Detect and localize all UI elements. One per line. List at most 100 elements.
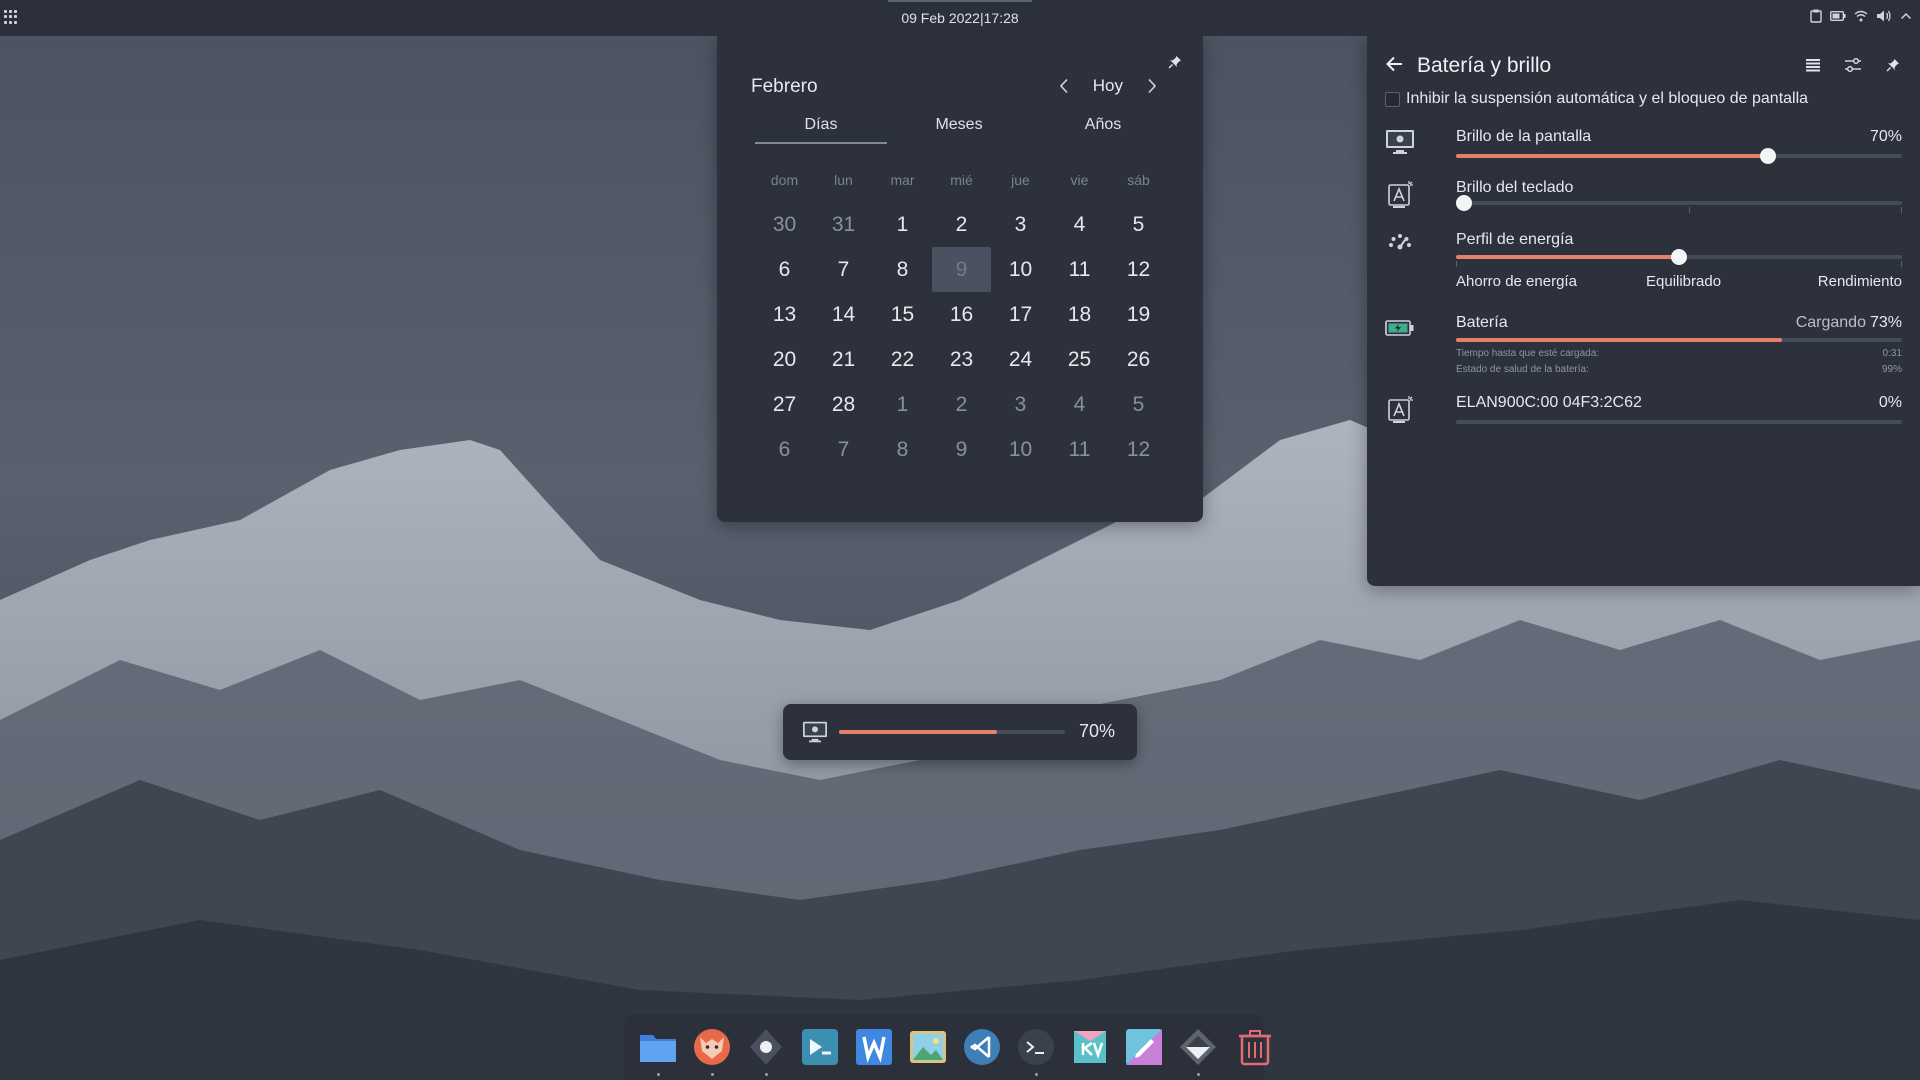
inhibit-label: Inhibir la suspensión automática y el bl… <box>1406 90 1809 107</box>
calendar-day[interactable]: 10 <box>991 247 1050 292</box>
calendar-day[interactable]: 18 <box>1050 292 1109 337</box>
screen-brightness-slider[interactable] <box>1456 148 1902 164</box>
option-performance[interactable]: Rendimiento <box>1818 273 1902 290</box>
tab-years[interactable]: Años <box>1031 116 1175 144</box>
chevron-up-icon[interactable] <box>1900 11 1912 21</box>
discover-icon[interactable] <box>800 1027 840 1067</box>
vscode-icon[interactable] <box>962 1027 1002 1067</box>
slider-handle[interactable] <box>1456 195 1472 211</box>
calendar-day[interactable]: 6 <box>755 247 814 292</box>
running-indicator <box>1035 1073 1038 1076</box>
settings-icon[interactable] <box>746 1027 786 1076</box>
battery-label: Batería <box>1456 314 1508 331</box>
calendar-day[interactable]: 11 <box>1050 247 1109 292</box>
image-viewer-icon[interactable] <box>908 1027 948 1067</box>
clock[interactable]: 09 Feb 2022|17:28 <box>0 10 1920 26</box>
calendar-day[interactable]: 25 <box>1050 337 1109 382</box>
calendar-day[interactable]: 20 <box>755 337 814 382</box>
calendar-day[interactable]: 17 <box>991 292 1050 337</box>
energy-profile-options: Ahorro de energía Equilibrado Rendimient… <box>1456 273 1902 293</box>
slider-handle[interactable] <box>1671 249 1687 265</box>
calendar-day[interactable]: 4 <box>1050 382 1109 427</box>
pin-icon[interactable] <box>1882 54 1904 76</box>
chevron-right-icon[interactable] <box>1145 77 1159 95</box>
option-power-save[interactable]: Ahorro de energía <box>1456 273 1577 290</box>
calendar-day[interactable]: 12 <box>1109 247 1168 292</box>
weekday-header: sáb <box>1127 172 1150 188</box>
firefox-icon[interactable] <box>692 1027 732 1076</box>
calendar-day[interactable]: 16 <box>932 292 991 337</box>
calendar-day[interactable]: 3 <box>991 202 1050 247</box>
tab-months[interactable]: Meses <box>887 116 1031 144</box>
calendar-day[interactable]: 28 <box>814 382 873 427</box>
calendar-day[interactable]: 1 <box>873 382 932 427</box>
today-button[interactable]: Hoy <box>1093 76 1123 96</box>
chevron-left-icon[interactable] <box>1057 77 1071 95</box>
calendar-day[interactable]: 3 <box>991 382 1050 427</box>
device-level-bar <box>1456 420 1902 424</box>
slider-tick <box>1901 207 1902 213</box>
calendar-day[interactable]: 7 <box>814 247 873 292</box>
writer-icon[interactable] <box>854 1027 894 1067</box>
settings-sliders-icon[interactable] <box>1842 54 1864 76</box>
calendar-day[interactable]: 26 <box>1109 337 1168 382</box>
calendar-day[interactable]: 9 <box>932 427 991 472</box>
calendar-day[interactable]: 23 <box>932 337 991 382</box>
calendar-day[interactable]: 24 <box>991 337 1050 382</box>
back-arrow-icon[interactable] <box>1385 54 1405 74</box>
calendar-day[interactable]: 11 <box>1050 427 1109 472</box>
calendar-day[interactable]: 7 <box>814 427 873 472</box>
battery-percent: 73% <box>1869 314 1902 331</box>
calendar-popup: Febrero Hoy Días Meses Años dom lun mar mié… <box>717 36 1203 522</box>
calendar-day[interactable]: 2 <box>932 382 991 427</box>
kate-icon[interactable] <box>1124 1027 1164 1067</box>
panel-title: Batería y brillo <box>1417 54 1552 77</box>
calendar-day[interactable]: 2 <box>932 202 991 247</box>
pin-icon[interactable] <box>1165 52 1185 72</box>
calendar-day[interactable]: 13 <box>755 292 814 337</box>
calendar-day[interactable]: 8 <box>873 247 932 292</box>
keyboard-brightness-icon <box>1385 179 1417 211</box>
option-balanced[interactable]: Equilibrado <box>1646 273 1721 290</box>
monitor-brightness-icon <box>1385 128 1417 160</box>
battery-tray-icon[interactable] <box>1830 10 1846 22</box>
calendar-day[interactable]: 1 <box>873 202 932 247</box>
weekday-header: mié <box>950 172 973 188</box>
calendar-day[interactable]: 6 <box>755 427 814 472</box>
calendar-day[interactable]: 19 <box>1109 292 1168 337</box>
calendar-day-today[interactable]: 9 <box>932 247 991 292</box>
calendar-day[interactable]: 15 <box>873 292 932 337</box>
running-indicator <box>1197 1073 1200 1076</box>
calendar-day[interactable]: 27 <box>755 382 814 427</box>
calendar-day[interactable]: 21 <box>814 337 873 382</box>
calendar-day[interactable]: 8 <box>873 427 932 472</box>
energy-profile-slider[interactable] <box>1456 249 1902 267</box>
calendar-day[interactable]: 31 <box>814 202 873 247</box>
clipboard-icon[interactable] <box>1810 9 1822 23</box>
checkbox-box[interactable] <box>1385 91 1400 107</box>
calendar-day[interactable]: 30 <box>755 202 814 247</box>
osd-brightness-value: 70% <box>1079 721 1116 741</box>
calendar-day[interactable]: 10 <box>991 427 1050 472</box>
list-icon[interactable] <box>1802 54 1824 76</box>
calendar-day[interactable]: 5 <box>1109 382 1168 427</box>
trash-icon[interactable] <box>1238 1027 1272 1067</box>
file-manager-icon[interactable] <box>638 1027 678 1076</box>
volume-icon[interactable] <box>1876 9 1892 23</box>
calendar-day[interactable]: 12 <box>1109 427 1168 472</box>
calendar-day[interactable]: 5 <box>1109 202 1168 247</box>
battery-charging-icon <box>1385 318 1417 350</box>
slider-handle[interactable] <box>1760 148 1777 164</box>
calendar-day[interactable]: 22 <box>873 337 932 382</box>
keyboard-brightness-slider[interactable] <box>1456 195 1902 213</box>
kvantum-icon[interactable] <box>1070 1027 1110 1067</box>
screen-brightness-label: Brillo de la pantalla <box>1456 128 1592 145</box>
inhibit-suspend-checkbox[interactable]: Inhibir la suspensión automática y el bl… <box>1385 90 1808 108</box>
git-icon[interactable] <box>1178 1027 1218 1076</box>
screen-brightness-row: Brillo de la pantalla 70% <box>1385 128 1902 168</box>
tab-days[interactable]: Días <box>755 116 887 144</box>
calendar-day[interactable]: 14 <box>814 292 873 337</box>
calendar-day[interactable]: 4 <box>1050 202 1109 247</box>
terminal-icon[interactable] <box>1016 1027 1056 1076</box>
wifi-icon[interactable] <box>1854 10 1868 22</box>
